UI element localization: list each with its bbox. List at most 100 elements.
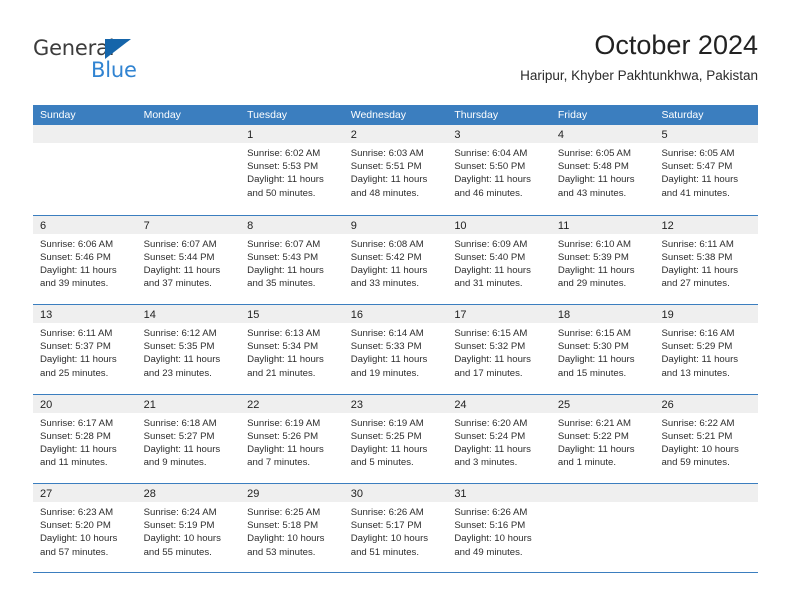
day-cell[interactable]: 13 Sunrise: 6:11 AM Sunset: 5:37 PM Dayligh… — [33, 305, 137, 394]
sunrise-text: Sunrise: 6:15 AM — [454, 328, 528, 339]
day-cell[interactable]: 5 Sunrise: 6:05 AM Sunset: 5:47 PM Daylight… — [654, 125, 759, 215]
day-cell[interactable]: 23 Sunrise: 6:19 AM Sunset: 5:25 PM Dayligh… — [343, 394, 448, 483]
day-cell[interactable]: 10 Sunrise: 6:09 AM Sunset: 5:40 PM Dayligh… — [447, 215, 551, 304]
date-band: 3 — [447, 125, 551, 143]
date-band: 6 — [33, 215, 137, 234]
sunrise-text: Sunrise: 6:22 AM — [661, 417, 735, 429]
day-cell[interactable]: 12 Sunrise: 6:11 AM Sunset: 5:38 PM Dayligh… — [654, 215, 759, 304]
weekday-sunday: Sunday — [40, 109, 76, 121]
daylight-text-line1: Daylight: 11 hours — [350, 443, 428, 455]
day-details: Sunrise: 6:17 AM Sunset: 5:28 PM Daylight:… — [33, 413, 137, 470]
date-number: 6 — [40, 219, 47, 232]
day-details: Sunrise: 6:05 AM Sunset: 5:47 PM Daylight:… — [654, 143, 758, 200]
daylight-text-line1: Daylight: 11 hours — [143, 264, 221, 276]
day-cell[interactable]: 27 Sunrise: 6:23 AM Sunset: 5:20 PM Dayligh… — [33, 484, 137, 573]
day-cell[interactable]: 6 Sunrise: 6:06 AM Sunset: 5:46 PM Daylight… — [33, 215, 137, 304]
sunset-text: Sunset: 5:21 PM — [661, 430, 733, 442]
day-cell[interactable]: 28 Sunrise: 6:24 AM Sunset: 5:19 PM Dayligh… — [136, 484, 241, 573]
date-number: 9 — [350, 219, 357, 232]
day-cell[interactable]: 17 Sunrise: 6:15 AM Sunset: 5:32 PM Dayligh… — [447, 305, 551, 394]
day-cell[interactable]: 24 Sunrise: 6:20 AM Sunset: 5:24 PM Dayligh… — [447, 394, 551, 483]
sunset-text: Sunset: 5:28 PM — [40, 430, 111, 442]
calendar-bottom-rule — [33, 572, 758, 574]
day-cell[interactable]: 30 Sunrise: 6:26 AM Sunset: 5:17 PM Dayligh… — [343, 484, 448, 573]
day-cell[interactable]: 22 Sunrise: 6:19 AM Sunset: 5:26 PM Dayligh… — [240, 394, 344, 483]
date-band: 9 — [343, 215, 448, 234]
generalblue-logo[interactable]: General Blue — [33, 36, 213, 88]
sunset-text: Sunset: 5:18 PM — [247, 520, 319, 532]
date-band: 15 — [240, 305, 344, 323]
day-cell[interactable]: 9 Sunrise: 6:08 AM Sunset: 5:42 PM Daylight… — [343, 215, 448, 304]
sunset-text: Sunset: 5:53 PM — [247, 161, 319, 173]
day-cell[interactable]: 4 Sunrise: 6:05 AM Sunset: 5:48 PM Daylight… — [550, 125, 655, 215]
day-cell[interactable]: 7 Sunrise: 6:07 AM Sunset: 5:44 PM Daylight… — [136, 215, 241, 304]
date-band: 5 — [654, 125, 759, 143]
date-number: 11 — [557, 219, 570, 232]
daylight-text-line2: and 33 minutes. — [350, 278, 420, 290]
daylight-text-line2: and 55 minutes. — [143, 546, 212, 558]
daylight-text-line1: Daylight: 11 hours — [40, 264, 117, 276]
day-cell[interactable]: 11 Sunrise: 6:10 AM Sunset: 5:39 PM Dayligh… — [550, 215, 655, 304]
day-cell[interactable]: 20 Sunrise: 6:17 AM Sunset: 5:28 PM Dayligh… — [33, 394, 137, 483]
day-details: Sunrise: 6:10 AM Sunset: 5:39 PM Daylight:… — [551, 234, 655, 291]
day-cell[interactable]: 8 Sunrise: 6:07 AM Sunset: 5:43 PM Daylight… — [240, 215, 344, 304]
day-cell[interactable]: 15 Sunrise: 6:13 AM Sunset: 5:34 PM Dayligh… — [240, 305, 344, 394]
date-band: 7 — [136, 215, 241, 234]
weeks-container: 1 Sunrise: 6:02 AM Sunset: 5:53 PM Daylight… — [33, 125, 759, 573]
sunset-text: Sunset: 5:17 PM — [350, 520, 422, 532]
date-band: 20 — [33, 394, 137, 413]
daylight-text-line1: Daylight: 11 hours — [247, 174, 324, 186]
sunrise-text: Sunrise: 6:09 AM — [454, 238, 528, 250]
date-number: 12 — [661, 219, 674, 232]
week-row: 6 Sunrise: 6:06 AM Sunset: 5:46 PM Daylight… — [33, 214, 759, 304]
weekday-friday: Friday — [557, 109, 588, 121]
date-band: 16 — [343, 305, 448, 323]
day-cell[interactable]: 16 Sunrise: 6:14 AM Sunset: 5:33 PM Dayligh… — [343, 305, 448, 394]
day-cell[interactable]: 26 Sunrise: 6:22 AM Sunset: 5:21 PM Dayligh… — [654, 394, 759, 483]
day-cell[interactable]: 21 Sunrise: 6:18 AM Sunset: 5:27 PM Dayligh… — [136, 394, 241, 483]
day-cell[interactable]: 2 Sunrise: 6:03 AM Sunset: 5:51 PM Daylight… — [343, 125, 448, 215]
logo-text-blue: Blue — [91, 58, 137, 82]
daylight-text-line1: Daylight: 11 hours — [247, 443, 324, 455]
sunset-text: Sunset: 5:20 PM — [40, 520, 111, 532]
day-cell[interactable]: 25 Sunrise: 6:21 AM Sunset: 5:22 PM Dayligh… — [550, 394, 655, 483]
sunset-text: Sunset: 5:32 PM — [454, 341, 526, 353]
sunset-text: Sunset: 5:33 PM — [350, 341, 422, 353]
daylight-text-line1: Daylight: 11 hours — [454, 443, 531, 455]
date-band: 2 — [343, 125, 448, 143]
date-band: 13 — [33, 305, 137, 323]
day-details: Sunrise: 6:07 AM Sunset: 5:43 PM Daylight:… — [240, 234, 344, 291]
daylight-text-line2: and 31 minutes. — [454, 278, 523, 290]
day-cell[interactable]: 14 Sunrise: 6:12 AM Sunset: 5:35 PM Dayligh… — [136, 305, 241, 394]
date-band: 11 — [550, 215, 655, 234]
weekday-tuesday: Tuesday — [247, 109, 288, 121]
daylight-text-line1: Daylight: 10 hours — [454, 533, 532, 545]
day-cell[interactable]: 31 Sunrise: 6:26 AM Sunset: 5:16 PM Dayligh… — [447, 484, 551, 573]
day-cell[interactable]: 1 Sunrise: 6:02 AM Sunset: 5:53 PM Daylight… — [240, 125, 344, 215]
daylight-text-line2: and 11 minutes. — [40, 457, 108, 469]
sunrise-text: Sunrise: 6:06 AM — [40, 238, 114, 250]
day-details: Sunrise: 6:09 AM Sunset: 5:40 PM Daylight:… — [447, 234, 551, 291]
daylight-text-line2: and 15 minutes. — [557, 367, 627, 379]
calendar-page: General Blue October 2024 Haripur, Khybe… — [0, 0, 792, 612]
sunset-text: Sunset: 5:30 PM — [557, 341, 629, 353]
sunset-text: Sunset: 5:50 PM — [454, 161, 526, 173]
daylight-text-line2: and 51 minutes. — [350, 546, 420, 558]
day-cell[interactable]: 3 Sunrise: 6:04 AM Sunset: 5:50 PM Daylight… — [447, 125, 551, 215]
sunrise-text: Sunrise: 6:13 AM — [247, 328, 321, 339]
date-number: 16 — [350, 309, 363, 321]
daylight-text-line1: Daylight: 10 hours — [247, 533, 325, 545]
day-cell[interactable]: 19 Sunrise: 6:16 AM Sunset: 5:29 PM Dayligh… — [654, 305, 759, 394]
page-title: October 2024 — [594, 30, 758, 60]
week-row: 1 Sunrise: 6:02 AM Sunset: 5:53 PM Daylight… — [33, 125, 759, 215]
sunset-text: Sunset: 5:47 PM — [661, 161, 733, 173]
daylight-text-line2: and 21 minutes. — [247, 367, 316, 379]
sunrise-text: Sunrise: 6:26 AM — [350, 507, 424, 518]
day-details: Sunrise: 6:08 AM Sunset: 5:42 PM Daylight:… — [344, 234, 448, 291]
sunrise-text: Sunrise: 6:20 AM — [454, 417, 528, 429]
sunset-text: Sunset: 5:40 PM — [454, 251, 526, 263]
sunrise-text: Sunrise: 6:07 AM — [143, 238, 217, 250]
day-cell[interactable]: 29 Sunrise: 6:25 AM Sunset: 5:18 PM Dayligh… — [240, 484, 344, 573]
day-cell[interactable]: 18 Sunrise: 6:15 AM Sunset: 5:30 PM Dayligh… — [550, 305, 655, 394]
day-details: Sunrise: 6:16 AM Sunset: 5:29 PM Daylight:… — [654, 323, 758, 380]
